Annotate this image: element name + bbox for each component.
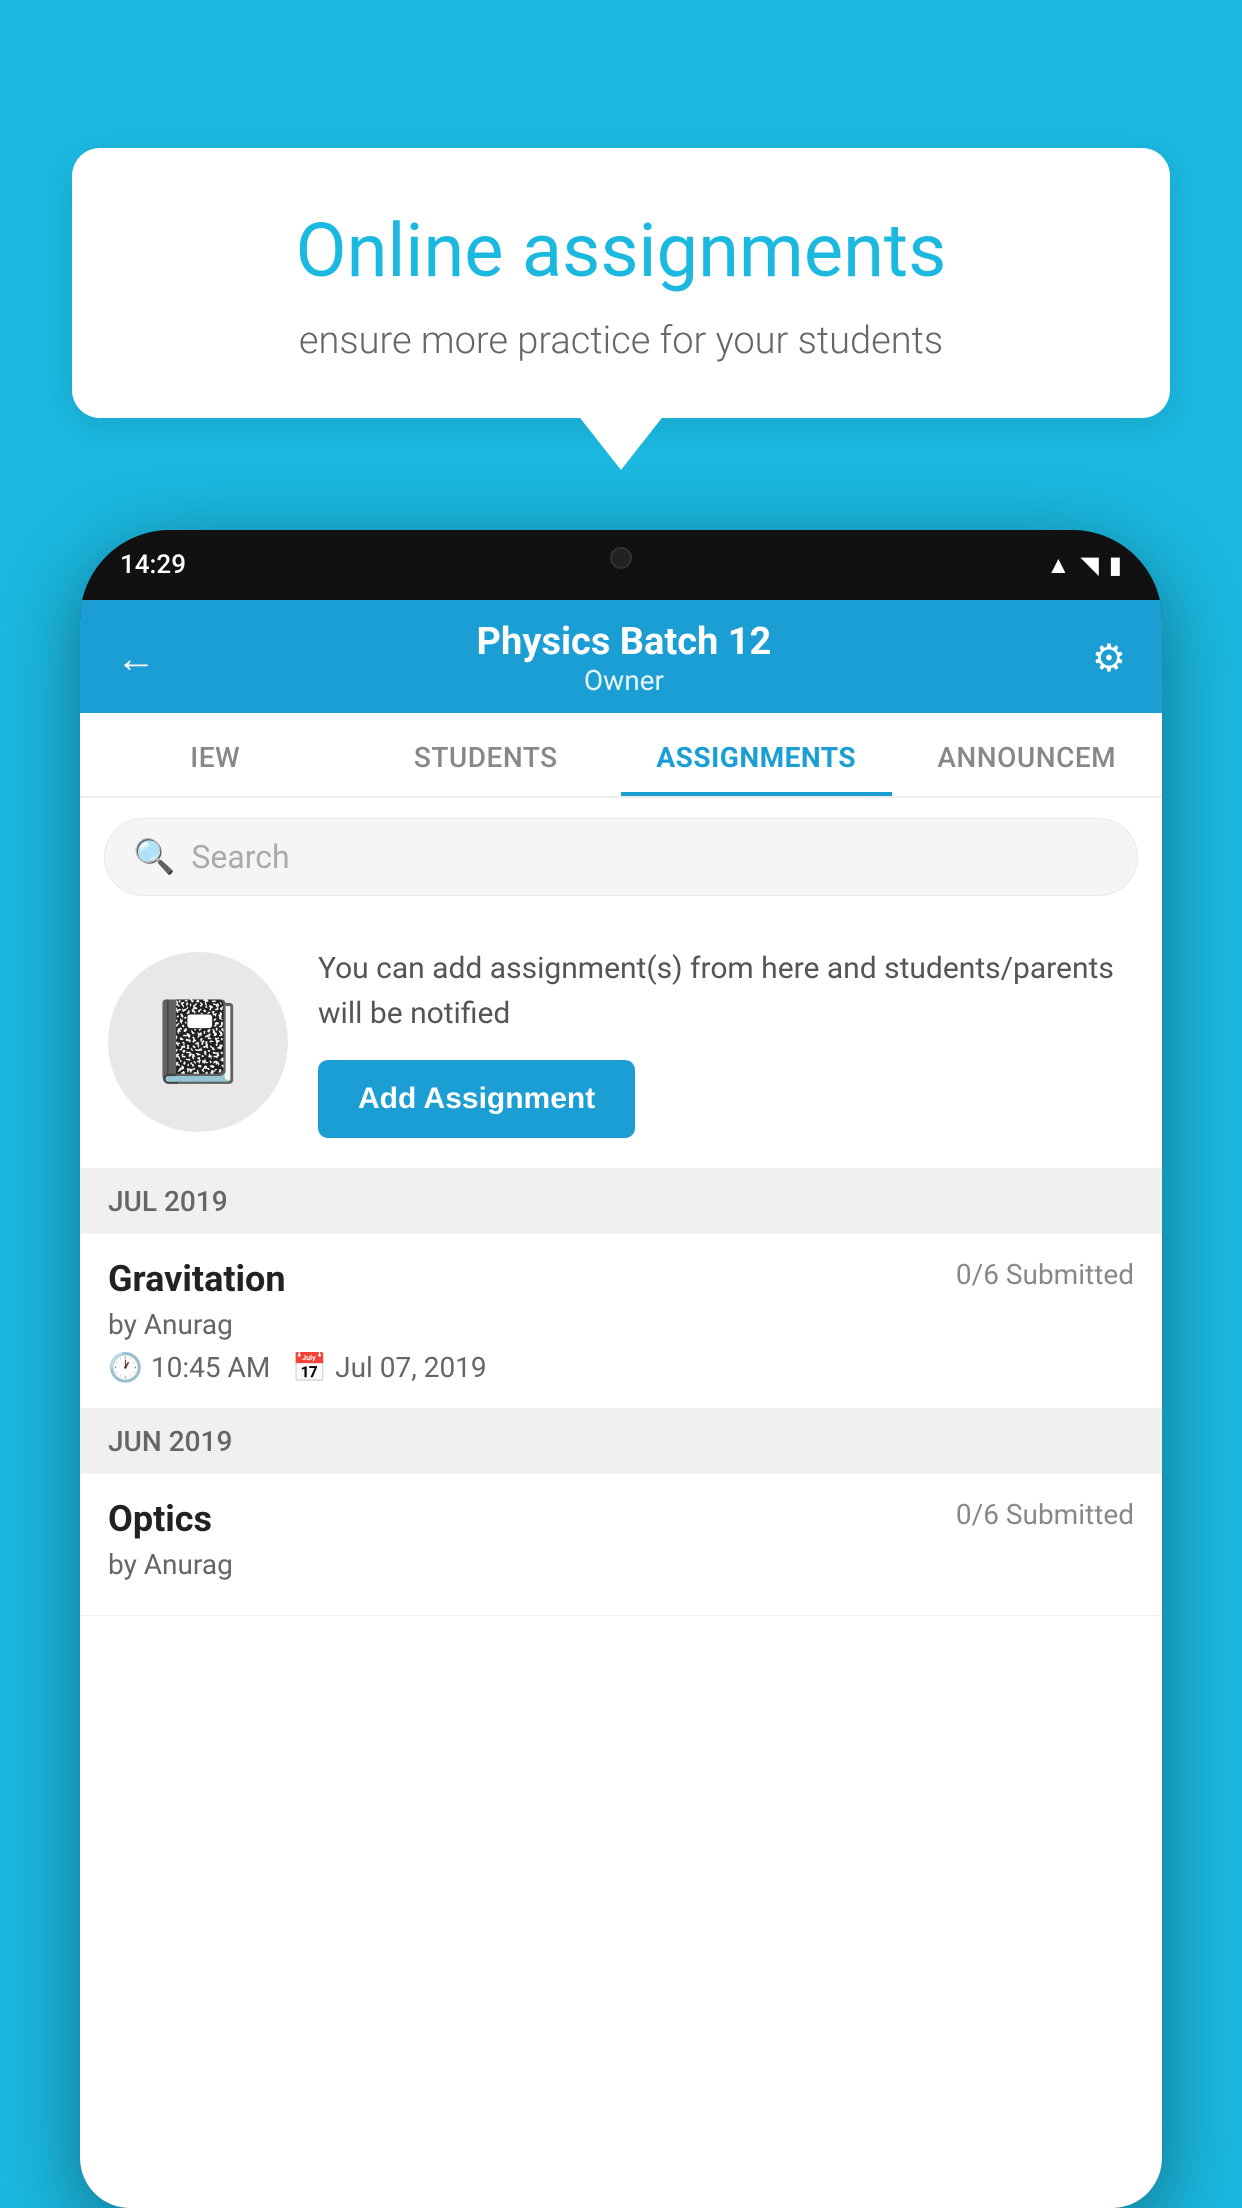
search-input-wrap[interactable]: 🔍 Search [104,818,1138,896]
assignment-date-gravitation: Jul 07, 2019 [335,1351,487,1384]
header-subtitle: Owner [156,664,1092,697]
search-icon: 🔍 [133,837,175,877]
settings-button[interactable]: ⚙ [1092,636,1126,681]
assignment-item-gravitation[interactable]: Gravitation 0/6 Submitted by Anurag 🕐 10… [80,1234,1162,1409]
section-header-jun: JUN 2019 [80,1409,1162,1474]
section-label-jun: JUN 2019 [108,1425,232,1458]
assignment-submitted-gravitation: 0/6 Submitted [956,1258,1134,1291]
wifi-icon: ▲ [1047,551,1071,580]
info-text-group: You can add assignment(s) from here and … [318,946,1134,1138]
assignment-title-optics: Optics [108,1498,212,1540]
phone-status-bar: 14:29 ▲ ◥ ▮ [80,530,1162,600]
assignment-author-optics: by Anurag [108,1548,1134,1581]
tab-assignments[interactable]: ASSIGNMENTS [621,713,892,796]
status-icons: ▲ ◥ ▮ [1047,551,1122,580]
search-input[interactable]: Search [191,838,289,876]
assignment-meta-gravitation: 🕐 10:45 AM 📅 Jul 07, 2019 [108,1351,1134,1384]
phone-frame: 14:29 ▲ ◥ ▮ ← Physics Batch 12 Owner ⚙ I… [80,530,1162,2208]
speech-bubble: Online assignments ensure more practice … [72,148,1170,418]
app-header: ← Physics Batch 12 Owner ⚙ [80,600,1162,713]
header-title-group: Physics Batch 12 Owner [156,620,1092,697]
section-label-jul: JUL 2019 [108,1185,228,1218]
assignment-author-gravitation: by Anurag [108,1308,1134,1341]
assignment-time-gravitation: 10:45 AM [151,1351,270,1384]
assignment-icon-circle: 📓 [108,952,288,1132]
tab-students[interactable]: STUDENTS [351,713,622,796]
back-button[interactable]: ← [116,639,156,679]
assignment-item-optics[interactable]: Optics 0/6 Submitted by Anurag [80,1474,1162,1616]
assignment-submitted-optics: 0/6 Submitted [956,1498,1134,1531]
signal-icon: ◥ [1080,551,1098,579]
info-section: 📓 You can add assignment(s) from here an… [80,916,1162,1169]
search-bar: 🔍 Search [80,798,1162,916]
phone-time: 14:29 [120,550,186,580]
clock-icon: 🕐 [108,1351,143,1384]
camera [610,547,632,569]
section-header-jul: JUL 2019 [80,1169,1162,1234]
calendar-icon: 📅 [292,1351,327,1384]
speech-bubble-title: Online assignments [142,208,1100,297]
tab-bar: IEW STUDENTS ASSIGNMENTS ANNOUNCEM [80,713,1162,798]
speech-bubble-subtitle: ensure more practice for your students [142,319,1100,363]
tab-iew[interactable]: IEW [80,713,351,796]
phone-notch [541,530,701,585]
tab-announcements[interactable]: ANNOUNCEM [892,713,1163,796]
battery-icon: ▮ [1109,551,1122,579]
add-assignment-button[interactable]: Add Assignment [318,1060,635,1138]
notebook-icon: 📓 [148,995,248,1089]
info-description: You can add assignment(s) from here and … [318,946,1134,1036]
header-title: Physics Batch 12 [156,620,1092,664]
assignment-title-gravitation: Gravitation [108,1258,286,1300]
